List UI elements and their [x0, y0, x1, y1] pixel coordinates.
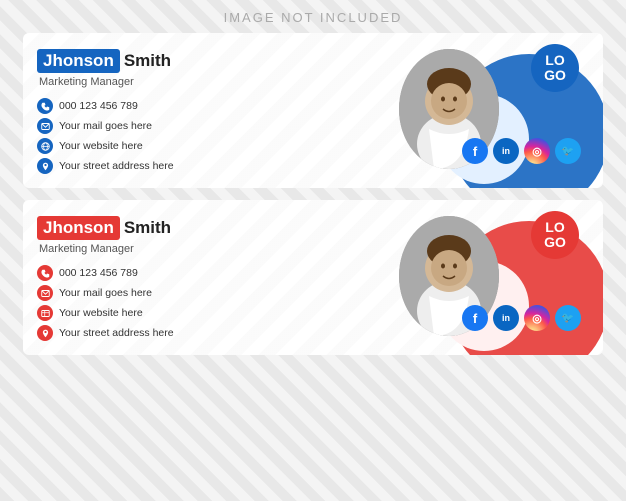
- contact-location-blue: Your street address here: [37, 158, 389, 174]
- email-signature-blue: Jhonson Smith Marketing Manager 000 123 …: [23, 33, 603, 188]
- phone-icon-red: [37, 265, 53, 281]
- logo-circle-red: LO GO: [531, 211, 579, 259]
- contact-web-red: Your website here: [37, 305, 389, 321]
- linkedin-icon-red[interactable]: in: [493, 305, 519, 331]
- name-row-red: Jhonson Smith: [37, 216, 389, 240]
- social-row-blue: f in ◎ 🐦: [462, 138, 581, 164]
- contact-location-red: Your street address here: [37, 325, 389, 341]
- last-name-red: Smith: [124, 218, 171, 238]
- job-title-blue: Marketing Manager: [39, 76, 389, 88]
- contact-mail-blue: Your mail goes here: [37, 118, 389, 134]
- location-icon-red: [37, 325, 53, 341]
- card-left-blue: Jhonson Smith Marketing Manager 000 123 …: [37, 49, 389, 174]
- first-name-red: Jhonson: [37, 216, 120, 240]
- mail-icon-blue: [37, 118, 53, 134]
- job-title-red: Marketing Manager: [39, 243, 389, 255]
- social-row-red: f in ◎ 🐦: [462, 305, 581, 331]
- card-right-red: LO GO f in ◎ 🐦: [389, 216, 589, 341]
- email-signature-red: Jhonson Smith Marketing Manager 000 123 …: [23, 200, 603, 355]
- twitter-icon-blue[interactable]: 🐦: [555, 138, 581, 164]
- location-icon-blue: [37, 158, 53, 174]
- watermark: IMAGE NOT INCLUDED: [224, 10, 403, 25]
- web-icon-blue: [37, 138, 53, 154]
- first-name-blue: Jhonson: [37, 49, 120, 73]
- linkedin-icon-blue[interactable]: in: [493, 138, 519, 164]
- facebook-icon-blue[interactable]: f: [462, 138, 488, 164]
- name-row-blue: Jhonson Smith: [37, 49, 389, 73]
- instagram-icon-red[interactable]: ◎: [524, 305, 550, 331]
- contact-phone-red: 000 123 456 789: [37, 265, 389, 281]
- contact-mail-red: Your mail goes here: [37, 285, 389, 301]
- last-name-blue: Smith: [124, 51, 171, 71]
- web-icon-red: [37, 305, 53, 321]
- card-left-red: Jhonson Smith Marketing Manager 000 123 …: [37, 216, 389, 341]
- contact-phone-blue: 000 123 456 789: [37, 98, 389, 114]
- mail-icon-red: [37, 285, 53, 301]
- logo-circle-blue: LO GO: [531, 44, 579, 92]
- facebook-icon-red[interactable]: f: [462, 305, 488, 331]
- contact-list-blue: 000 123 456 789 Your mail goes here Your…: [37, 98, 389, 174]
- contact-list-red: 000 123 456 789 Your mail goes here Your…: [37, 265, 389, 341]
- contact-web-blue: Your website here: [37, 138, 389, 154]
- phone-icon-blue: [37, 98, 53, 114]
- instagram-icon-blue[interactable]: ◎: [524, 138, 550, 164]
- card-right-blue: LO GO f in ◎ 🐦: [389, 49, 589, 174]
- twitter-icon-red[interactable]: 🐦: [555, 305, 581, 331]
